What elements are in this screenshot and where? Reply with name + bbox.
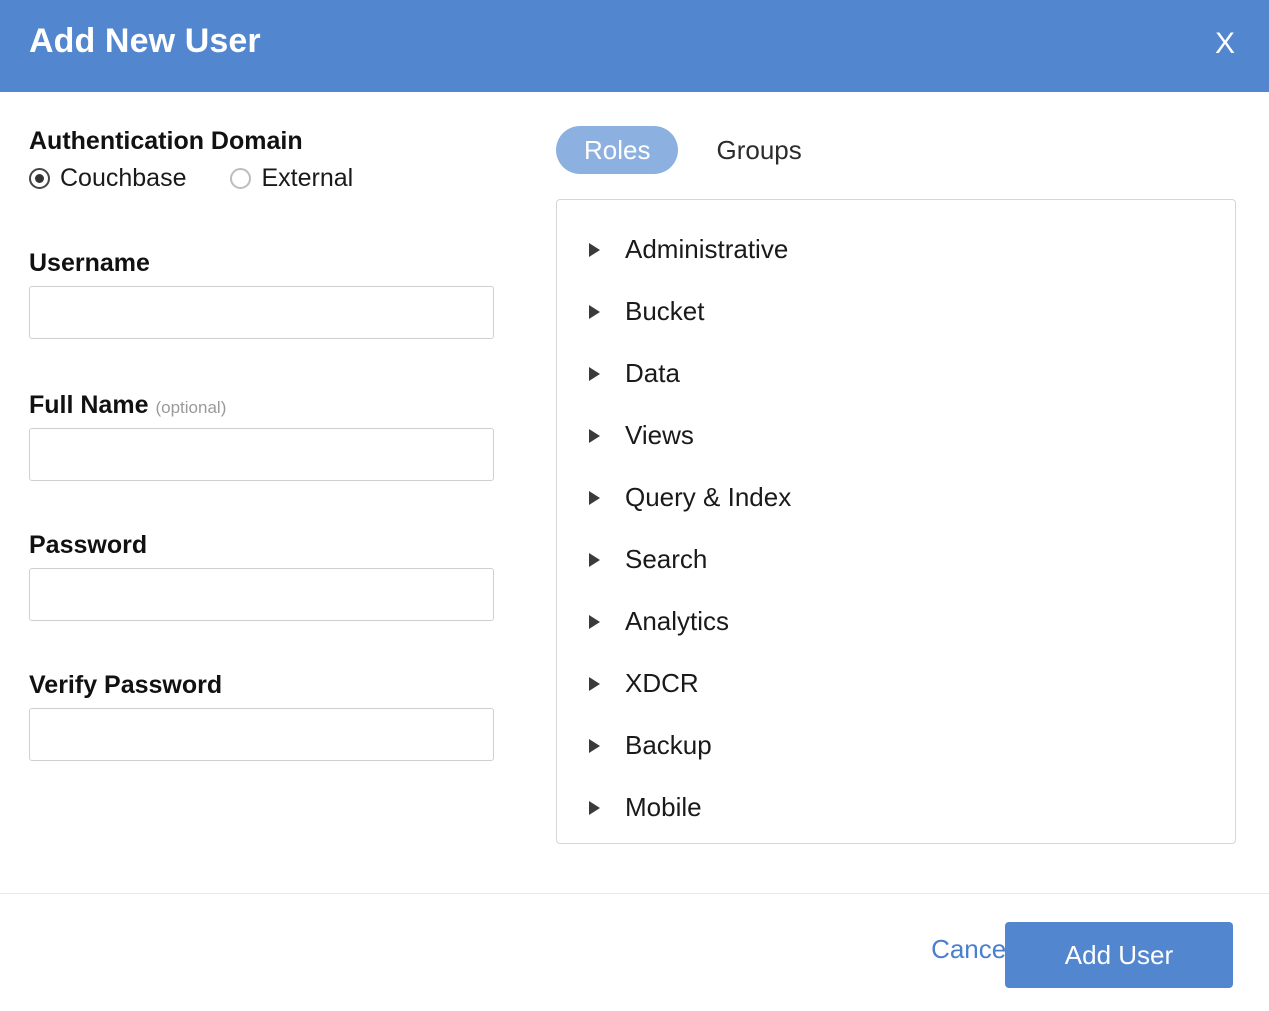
dialog-header: Add New User X	[0, 0, 1269, 92]
radio-option-couchbase[interactable]: Couchbase	[29, 166, 186, 191]
role-group-data[interactable]: Data	[557, 342, 1235, 404]
authentication-domain-group: Authentication Domain Couchbase External	[29, 128, 494, 191]
role-group-mobile[interactable]: Mobile	[557, 776, 1235, 838]
role-group-label: Backup	[625, 732, 712, 758]
cancel-button[interactable]: Cancel	[927, 930, 1016, 968]
role-group-label: Search	[625, 546, 707, 572]
full-name-input[interactable]	[29, 428, 494, 481]
verify-password-label: Verify Password	[29, 672, 494, 698]
authentication-domain-title: Authentication Domain	[29, 128, 494, 154]
radio-label-external: External	[261, 166, 353, 191]
radio-selected-icon	[29, 168, 50, 189]
role-group-backup[interactable]: Backup	[557, 714, 1235, 776]
chevron-right-icon	[589, 428, 601, 442]
role-group-analytics[interactable]: Analytics	[557, 590, 1235, 652]
role-group-bucket[interactable]: Bucket	[557, 280, 1235, 342]
role-group-label: Data	[625, 360, 680, 386]
field-verify-password: Verify Password	[29, 672, 494, 761]
chevron-right-icon	[589, 366, 601, 380]
role-group-label: Query & Index	[625, 484, 791, 510]
roles-tree-panel: Administrative Bucket Data Views Query &…	[556, 199, 1236, 844]
role-group-views[interactable]: Views	[557, 404, 1235, 466]
chevron-right-icon	[589, 800, 601, 814]
role-group-label: Mobile	[625, 794, 702, 820]
radio-option-external[interactable]: External	[230, 166, 353, 191]
add-user-button[interactable]: Add User	[1005, 922, 1233, 988]
role-group-query-and-index[interactable]: Query & Index	[557, 466, 1235, 528]
field-password: Password	[29, 532, 494, 621]
radio-label-couchbase: Couchbase	[60, 166, 186, 191]
dialog-title: Add New User	[29, 22, 261, 61]
chevron-right-icon	[589, 676, 601, 690]
role-group-label: XDCR	[625, 670, 699, 696]
dialog-body: Authentication Domain Couchbase External…	[0, 92, 1269, 893]
role-group-search[interactable]: Search	[557, 528, 1235, 590]
tab-groups[interactable]: Groups	[688, 126, 829, 174]
role-group-label: Bucket	[625, 298, 705, 324]
radio-unselected-icon	[230, 168, 251, 189]
chevron-right-icon	[589, 490, 601, 504]
chevron-right-icon	[589, 304, 601, 318]
full-name-label-text: Full Name	[29, 391, 148, 419]
authentication-domain-options: Couchbase External	[29, 166, 494, 191]
field-username: Username	[29, 250, 494, 339]
username-input[interactable]	[29, 286, 494, 339]
full-name-optional-note: (optional)	[155, 398, 226, 417]
chevron-right-icon	[589, 614, 601, 628]
role-group-label: Analytics	[625, 608, 729, 634]
full-name-label: Full Name (optional)	[29, 392, 494, 418]
roles-groups-tabs: Roles Groups	[556, 126, 830, 174]
chevron-right-icon	[589, 738, 601, 752]
password-label: Password	[29, 532, 494, 558]
role-group-xdcr[interactable]: XDCR	[557, 652, 1235, 714]
add-new-user-dialog: Add New User X Authentication Domain Cou…	[0, 0, 1269, 1011]
close-icon[interactable]: X	[1205, 22, 1245, 66]
chevron-right-icon	[589, 552, 601, 566]
chevron-right-icon	[589, 242, 601, 256]
role-group-administrative[interactable]: Administrative	[557, 218, 1235, 280]
field-full-name: Full Name (optional)	[29, 392, 494, 481]
username-label: Username	[29, 250, 494, 276]
role-group-label: Administrative	[625, 236, 788, 262]
tab-roles[interactable]: Roles	[556, 126, 678, 174]
role-group-label: Views	[625, 422, 694, 448]
verify-password-input[interactable]	[29, 708, 494, 761]
dialog-footer: Cancel Add User	[0, 893, 1269, 1011]
password-input[interactable]	[29, 568, 494, 621]
